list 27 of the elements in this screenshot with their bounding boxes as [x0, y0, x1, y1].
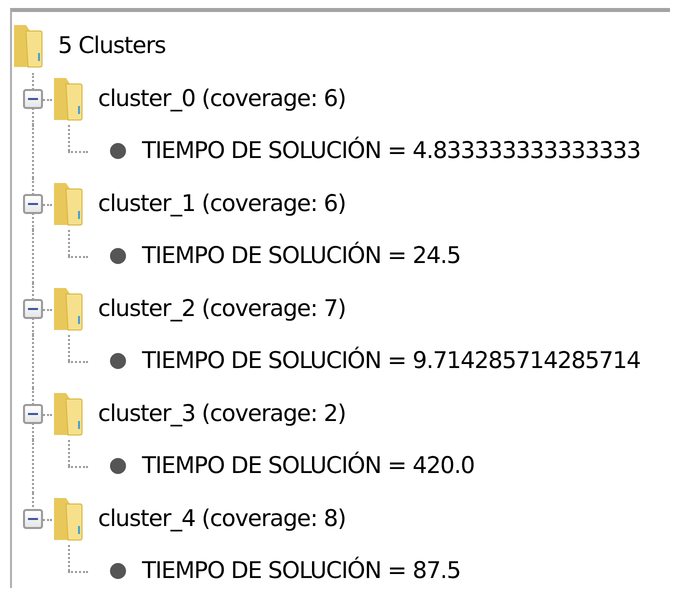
folder-icon: [52, 180, 84, 227]
collapse-toggle[interactable]: [23, 88, 43, 109]
bullet-icon: [108, 351, 128, 372]
tree-node-label[interactable]: cluster_4 (coverage: 8): [94, 506, 350, 532]
tree-leaf-label[interactable]: TIEMPO DE SOLUCIÓN = 420.0: [138, 453, 478, 480]
folder-icon: [12, 23, 44, 70]
folder-icon: [52, 390, 84, 437]
folder-icon: [52, 286, 84, 332]
collapse-toggle[interactable]: [23, 298, 43, 319]
tree-leaf-label[interactable]: TIEMPO DE SOLUCIÓN = 24.5: [138, 243, 465, 270]
bullet-icon: [108, 246, 128, 266]
bullet-icon: [108, 141, 128, 162]
tree-node-label[interactable]: cluster_2 (coverage: 7): [94, 296, 350, 322]
bullet-icon: [108, 561, 128, 582]
tree-node-label[interactable]: cluster_1 (coverage: 6): [94, 190, 350, 217]
tree-node-label[interactable]: cluster_3 (coverage: 2): [94, 400, 350, 427]
tree-node-label[interactable]: cluster_0 (coverage: 6): [94, 86, 350, 112]
tree-root-label[interactable]: 5 Clusters: [54, 33, 170, 60]
folder-icon: [52, 496, 84, 542]
tree-leaf-label[interactable]: TIEMPO DE SOLUCIÓN = 9.714285714285714: [138, 348, 644, 374]
collapse-toggle[interactable]: [23, 404, 43, 424]
collapse-toggle[interactable]: [23, 508, 43, 529]
collapse-toggle[interactable]: [23, 194, 43, 214]
tree-leaf-label[interactable]: TIEMPO DE SOLUCIÓN = 87.5: [138, 558, 465, 584]
tree-leaf-label[interactable]: TIEMPO DE SOLUCIÓN = 4.833333333333333: [138, 138, 644, 164]
folder-icon: [52, 76, 84, 122]
bullet-icon: [108, 456, 128, 476]
